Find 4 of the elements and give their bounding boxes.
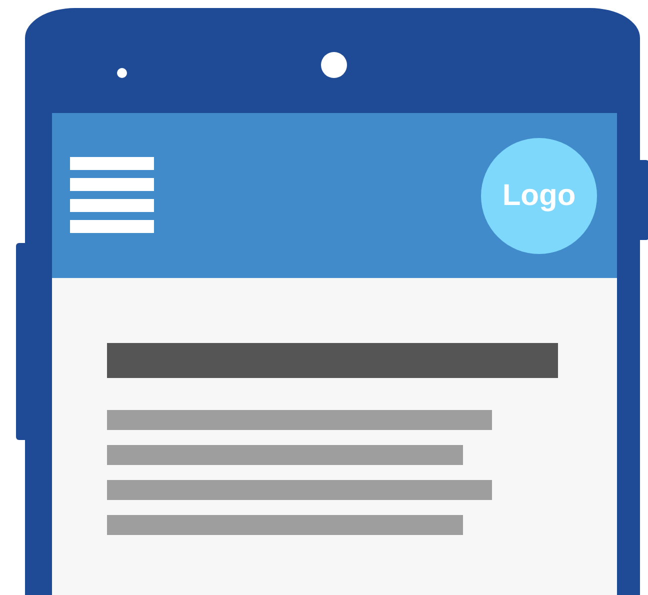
menu-icon[interactable] (70, 156, 154, 232)
logo: Logo (481, 138, 597, 254)
sensor-dot (117, 68, 127, 78)
camera-dot (321, 52, 347, 78)
